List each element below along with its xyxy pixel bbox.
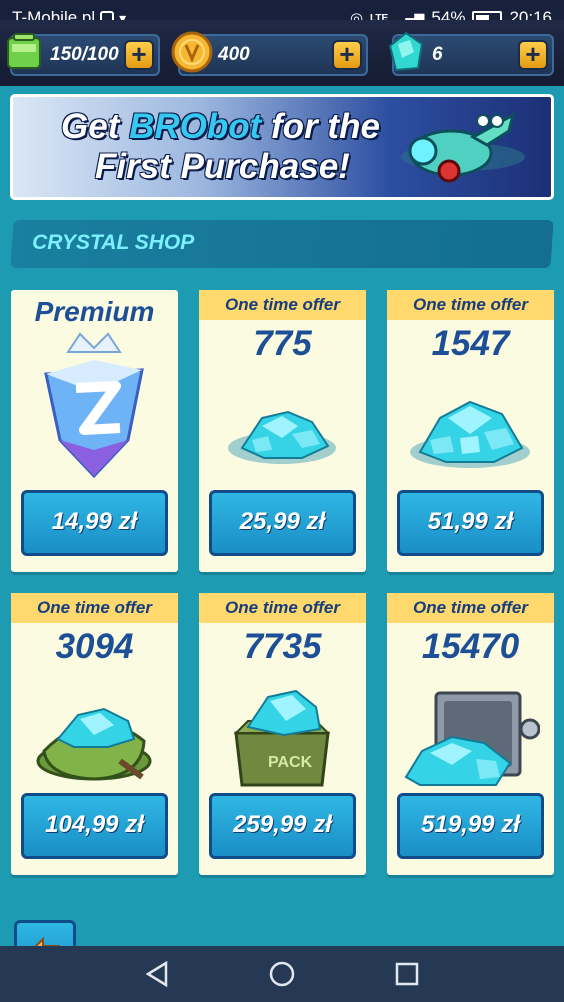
premium-crest-icon	[44, 332, 144, 479]
crystal-amount: 775	[253, 324, 312, 363]
add-energy-button[interactable]: +	[124, 40, 154, 70]
energy-value: 150/100	[50, 44, 119, 65]
coin-value: 400	[218, 44, 250, 65]
crystal-bag-icon	[36, 707, 152, 781]
buy-premium-button[interactable]: 14,99 zł	[21, 490, 168, 556]
energy-battery-icon	[7, 33, 41, 69]
banner-line-2: First Purchase!	[95, 147, 350, 186]
nav-back-icon[interactable]	[142, 959, 172, 989]
section-title: CRYSTAL SHOP	[32, 231, 195, 254]
resource-bar: 150/100 + 400 + 6 +	[0, 20, 564, 86]
one-time-offer-label: One time offer	[199, 593, 366, 623]
plus-icon: +	[339, 39, 355, 69]
brobot-promo-banner[interactable]: Get BRObot for the First Purchase!	[10, 94, 554, 200]
offer-card-premium[interactable]: Premium 14,99 zł	[11, 290, 178, 572]
buy-15470-button[interactable]: 519,99 zł	[397, 793, 544, 859]
buy-7735-button[interactable]: 259,99 zł	[209, 793, 356, 859]
banner-suffix: for the	[271, 107, 380, 146]
one-time-offer-label: One time offer	[387, 290, 554, 320]
section-header: CRYSTAL SHOP	[10, 220, 554, 268]
crystal-pile-medium-icon	[410, 400, 530, 468]
add-coins-button[interactable]: +	[332, 40, 362, 70]
crystal-amount: 3094	[55, 627, 134, 666]
banner-line-1: Get BRObot for the	[61, 107, 380, 147]
nav-recents-icon[interactable]	[392, 959, 422, 989]
buy-1547-button[interactable]: 51,99 zł	[397, 490, 544, 556]
buy-3094-button[interactable]: 104,99 zł	[21, 793, 168, 859]
offer-card-775[interactable]: One time offer 775 25,99 zł	[199, 290, 366, 572]
coin-resource: 400 +	[171, 31, 368, 76]
banner-prefix: Get	[61, 107, 120, 146]
crystal-pile-small-icon	[228, 410, 336, 464]
crystal-resource: 6 +	[388, 31, 554, 76]
crystal-pack-crate-icon: PACK	[233, 689, 331, 787]
offer-card-7735[interactable]: One time offer 7735 PACK 259,99 zł	[199, 593, 366, 875]
add-crystals-button[interactable]: +	[518, 40, 548, 70]
plus-icon: +	[525, 39, 541, 69]
brobot-plane-image	[401, 112, 525, 183]
system-navigation-bar	[0, 946, 564, 1002]
nav-home-icon[interactable]	[267, 959, 297, 989]
crystal-icon	[388, 31, 424, 72]
one-time-offer-label: One time offer	[387, 593, 554, 623]
offer-card-15470[interactable]: One time offer 15470 519,99 zł	[387, 593, 554, 875]
crystal-value: 6	[432, 44, 443, 65]
buy-775-button[interactable]: 25,99 zł	[209, 490, 356, 556]
one-time-offer-label: One time offer	[11, 593, 178, 623]
plus-icon: +	[131, 39, 147, 69]
pack-text: PACK	[268, 754, 313, 771]
coin-icon	[171, 31, 213, 73]
energy-resource: 150/100 +	[7, 33, 160, 76]
one-time-offer-label: One time offer	[199, 290, 366, 320]
offer-card-1547[interactable]: One time offer 1547 51,99 zł	[387, 290, 554, 572]
crystal-amount: 7735	[243, 627, 322, 666]
crystal-vault-icon	[404, 691, 540, 786]
crystal-amount: 1547	[431, 324, 510, 363]
crystal-amount: 15470	[421, 627, 520, 666]
offer-card-3094[interactable]: One time offer 3094 104,99 zł	[11, 593, 178, 875]
card-label: Premium	[34, 296, 155, 327]
banner-highlight: BRObot	[129, 107, 262, 146]
